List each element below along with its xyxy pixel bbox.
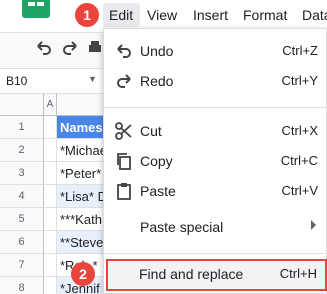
menu-item-label: Copy <box>140 153 173 169</box>
menu-item-undo[interactable]: Undo Ctrl+Z <box>104 37 327 65</box>
cell-a6[interactable] <box>44 231 57 254</box>
menu-item-shortcut: Ctrl+X <box>281 123 318 138</box>
menu-item-find-and-replace[interactable]: Find and replace Ctrl+H <box>106 259 327 291</box>
step-badge-2: 2 <box>71 262 95 286</box>
copy-icon <box>115 152 133 170</box>
cell-a8[interactable] <box>44 277 57 294</box>
menu-item-shortcut: Ctrl+Z <box>282 43 318 58</box>
step-badge-1: 1 <box>75 3 99 27</box>
name-box-dropdown-icon[interactable]: ▼ <box>88 74 97 84</box>
undo-icon <box>115 42 133 60</box>
cell-a7[interactable] <box>44 254 57 277</box>
row-header[interactable]: 8 <box>0 277 44 294</box>
edit-menu-dropdown: Undo Ctrl+Z Redo Ctrl+Y Cut Ctrl+X Copy … <box>103 28 327 294</box>
menu-item-cut[interactable]: Cut Ctrl+X <box>104 117 327 145</box>
name-box[interactable]: B10 <box>6 74 27 88</box>
menu-item-label: Redo <box>140 73 174 89</box>
cut-icon <box>115 122 133 140</box>
menu-item-copy[interactable]: Copy Ctrl+C <box>104 147 327 175</box>
paste-icon <box>115 182 133 200</box>
cell-a4[interactable] <box>44 185 57 208</box>
menu-view[interactable]: View <box>147 6 177 25</box>
cell-a1[interactable] <box>44 116 57 139</box>
menu-item-label: Undo <box>140 43 174 59</box>
submenu-arrow-icon <box>311 220 316 230</box>
column-header-a[interactable]: A <box>44 94 57 116</box>
toolbar-print-icon[interactable] <box>88 39 102 62</box>
menu-divider <box>104 253 327 254</box>
cell-a3[interactable] <box>44 162 57 185</box>
redo-icon <box>115 72 133 90</box>
menu-format[interactable]: Format <box>243 6 287 25</box>
corner-cell[interactable] <box>0 94 44 116</box>
row-header[interactable]: 5 <box>0 208 44 231</box>
row-header[interactable]: 4 <box>0 185 44 208</box>
menu-item-paste-special[interactable]: Paste special <box>104 213 327 241</box>
menu-item-paste[interactable]: Paste Ctrl+V <box>104 177 327 205</box>
toolbar-undo-icon[interactable] <box>34 39 52 62</box>
menu-item-label: Paste special <box>140 219 224 235</box>
menu-insert[interactable]: Insert <box>193 6 228 25</box>
menu-item-label: Cut <box>140 123 162 139</box>
menu-item-shortcut: Ctrl+Y <box>281 73 318 88</box>
menu-item-shortcut: Ctrl+V <box>281 183 318 198</box>
menu-item-label: Paste <box>140 183 176 199</box>
menu-bar: Edit View Insert Format Data <box>0 0 327 30</box>
menu-item-label: Find and replace <box>139 266 244 282</box>
row-header[interactable]: 2 <box>0 139 44 162</box>
menu-item-shortcut: Ctrl+C <box>280 153 318 168</box>
cell-a5[interactable] <box>44 208 57 231</box>
toolbar-redo-icon[interactable] <box>62 39 80 62</box>
cell-a2[interactable] <box>44 139 57 162</box>
row-header[interactable]: 6 <box>0 231 44 254</box>
menu-divider <box>104 107 327 108</box>
menu-item-redo[interactable]: Redo Ctrl+Y <box>104 67 327 95</box>
row-header[interactable]: 7 <box>0 254 44 277</box>
row-header[interactable]: 1 <box>0 116 44 139</box>
menu-edit[interactable]: Edit <box>103 3 140 27</box>
menu-data[interactable]: Data <box>302 6 327 25</box>
menu-item-shortcut: Ctrl+H <box>279 266 317 281</box>
row-header[interactable]: 3 <box>0 162 44 185</box>
